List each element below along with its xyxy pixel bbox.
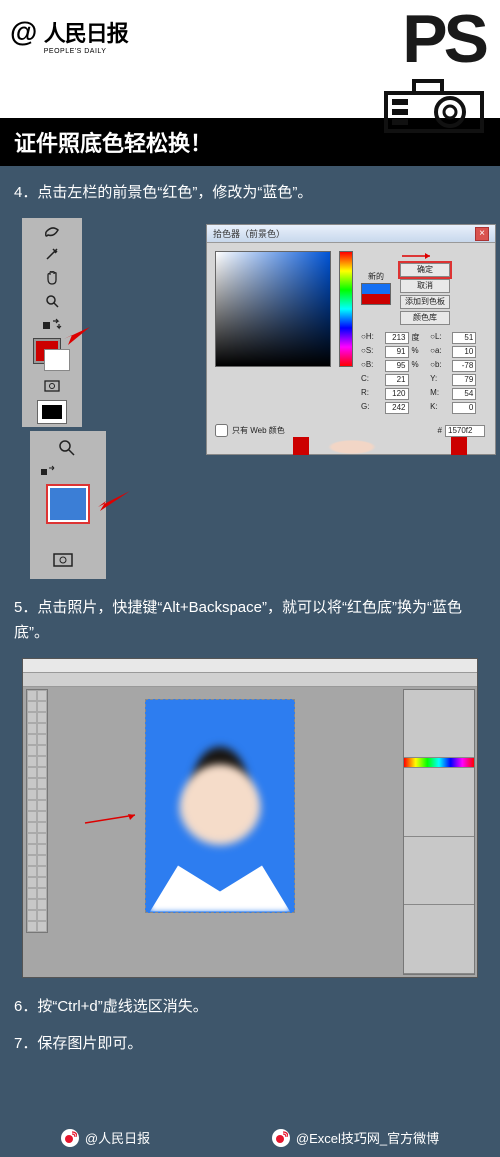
color-value-inputs: ○H:213度 ○L:51 ○S:91% ○a:10 ○B:95% ○b:-78… <box>361 332 487 414</box>
step-5: 5．点击照片，快捷键“Alt+Backspace”，就可以将“红色底”换为“蓝色… <box>14 595 486 646</box>
ok-button[interactable]: 确定 <box>400 263 450 277</box>
footer-credit-2: @Excel技巧网_官方微博 <box>296 1128 439 1147</box>
l-field[interactable]: 51 <box>452 332 476 344</box>
b-field[interactable]: 95 <box>385 360 409 372</box>
a-field[interactable]: 10 <box>452 346 476 358</box>
callout-arrow-icon <box>62 325 92 351</box>
quickmask-icon <box>52 552 74 573</box>
weibo-icon <box>61 1129 79 1147</box>
ps-tool-column-blue <box>30 431 106 579</box>
foreground-color-blue[interactable] <box>48 486 88 522</box>
photo-canvas[interactable] <box>145 699 295 913</box>
callout-arrow-icon <box>400 251 434 261</box>
close-icon[interactable]: × <box>475 227 489 241</box>
lasso-icon <box>28 222 76 242</box>
new-color-label: 新的 <box>368 271 384 282</box>
m-field[interactable]: 54 <box>452 388 476 400</box>
portrait-face <box>178 764 262 864</box>
k-field[interactable]: 0 <box>452 402 476 414</box>
color-lib-button[interactable]: 颜色库 <box>400 311 450 325</box>
callout-arrow-icon <box>81 809 141 829</box>
web-only-label: 只有 Web 颜色 <box>232 425 285 436</box>
color-picker-dialog: 拾色器（前景色） × 新的 <box>206 224 496 444</box>
ps-tool-column-red <box>22 218 82 427</box>
footer: @人民日报 @Excel技巧网_官方微博 <box>0 1128 500 1147</box>
ps-toolbar <box>26 689 48 933</box>
b2-field[interactable]: -78 <box>452 360 476 372</box>
color-preview <box>361 283 391 305</box>
color-field[interactable] <box>215 251 331 367</box>
weibo-icon <box>272 1129 290 1147</box>
ps-options-bar <box>23 673 477 687</box>
hex-field[interactable]: 1570f2 <box>445 425 485 437</box>
c-field[interactable]: 21 <box>385 374 409 386</box>
dialog-title: 拾色器（前景色） <box>213 227 285 240</box>
hand-icon <box>28 268 76 288</box>
h-field[interactable]: 213 <box>385 332 409 344</box>
step-7: 7．保存图片即可。 <box>14 1031 486 1057</box>
ps-logo: PS <box>402 0 485 78</box>
step-6: 6．按“Ctrl+d”虚线选区消失。 <box>14 994 486 1020</box>
brand-cn: 人民日报 <box>44 16 128 48</box>
default-colors-icon <box>38 401 66 423</box>
web-only-checkbox[interactable] <box>215 424 228 437</box>
quickmask-icon <box>28 376 76 396</box>
background-color-white[interactable] <box>44 349 70 371</box>
brand-at: @ <box>10 16 37 48</box>
y-field[interactable]: 79 <box>452 374 476 386</box>
zoom-icon <box>28 291 76 311</box>
wand-icon <box>28 245 76 265</box>
g-field[interactable]: 242 <box>385 402 409 414</box>
hue-slider[interactable] <box>339 251 353 367</box>
add-swatch-button[interactable]: 添加到色板 <box>400 295 450 309</box>
brand-en: PEOPLE'S DAILY <box>44 48 128 55</box>
callout-arrow-icon <box>92 487 132 517</box>
s-field[interactable]: 91 <box>385 346 409 358</box>
r-field[interactable]: 120 <box>385 388 409 400</box>
cancel-button[interactable]: 取消 <box>400 279 450 293</box>
ps-menubar <box>23 659 477 673</box>
footer-credit-1: @人民日报 <box>85 1128 150 1147</box>
camera-icon <box>380 75 488 140</box>
swap-colors-icon <box>40 465 54 479</box>
ps-panels <box>403 689 475 975</box>
zoom-icon <box>58 439 76 462</box>
step-4: 4．点击左栏的前景色“红色”，修改为“蓝色”。 <box>14 180 486 206</box>
dialog-titlebar: 拾色器（前景色） × <box>207 225 495 243</box>
brand: @ 人民日报 PEOPLE'S DAILY <box>10 16 128 55</box>
header: @ 人民日报 PEOPLE'S DAILY PS <box>0 0 500 118</box>
photoshop-window <box>22 658 478 978</box>
photo-peek <box>206 441 496 455</box>
